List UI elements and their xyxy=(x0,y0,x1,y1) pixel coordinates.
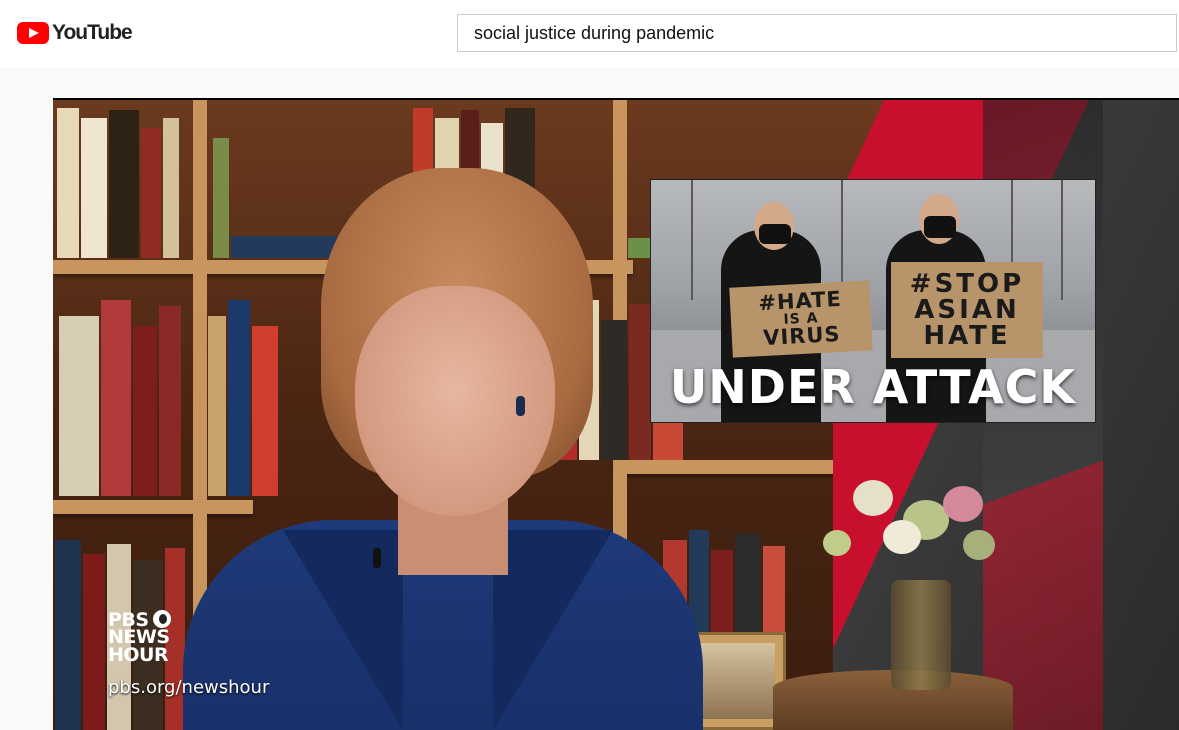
flower xyxy=(823,530,851,556)
books-row xyxy=(208,300,278,496)
flower xyxy=(943,486,983,522)
youtube-logo[interactable]: YouTube xyxy=(17,21,133,45)
jacket-lapel xyxy=(493,530,613,730)
flower xyxy=(853,480,893,516)
earring xyxy=(516,396,525,416)
pbs-url: pbs.org/newshour xyxy=(108,677,270,698)
shelf-plank xyxy=(613,460,853,474)
logo-text: YouTube xyxy=(52,21,133,44)
flower xyxy=(883,520,921,554)
face-mask xyxy=(924,216,956,238)
youtube-play-icon xyxy=(17,22,49,44)
books-row xyxy=(59,296,181,496)
protest-sign-right: #STOP ASIAN HATE xyxy=(891,262,1043,358)
pbs-head-icon xyxy=(153,610,171,628)
lapel-mic xyxy=(373,548,381,568)
shelf-plank xyxy=(53,500,253,514)
protest-sign-left: #HATE IS A VIRUS xyxy=(729,280,873,358)
inset-photo: #HATE IS A VIRUS #STOP ASIAN HATE UNDER … xyxy=(650,179,1096,423)
flower xyxy=(963,530,995,560)
video-player[interactable]: #HATE IS A VIRUS #STOP ASIAN HATE UNDER … xyxy=(53,98,1179,730)
anchor-face xyxy=(355,286,555,516)
top-bar: YouTube social justice during pandemic xyxy=(0,0,1179,68)
books-row xyxy=(57,104,179,258)
jacket-lapel xyxy=(283,530,403,730)
search-input[interactable]: social justice during pandemic xyxy=(457,14,1177,52)
vase xyxy=(891,580,951,690)
face-mask xyxy=(759,224,791,244)
inset-caption: UNDER ATTACK xyxy=(669,360,1077,414)
